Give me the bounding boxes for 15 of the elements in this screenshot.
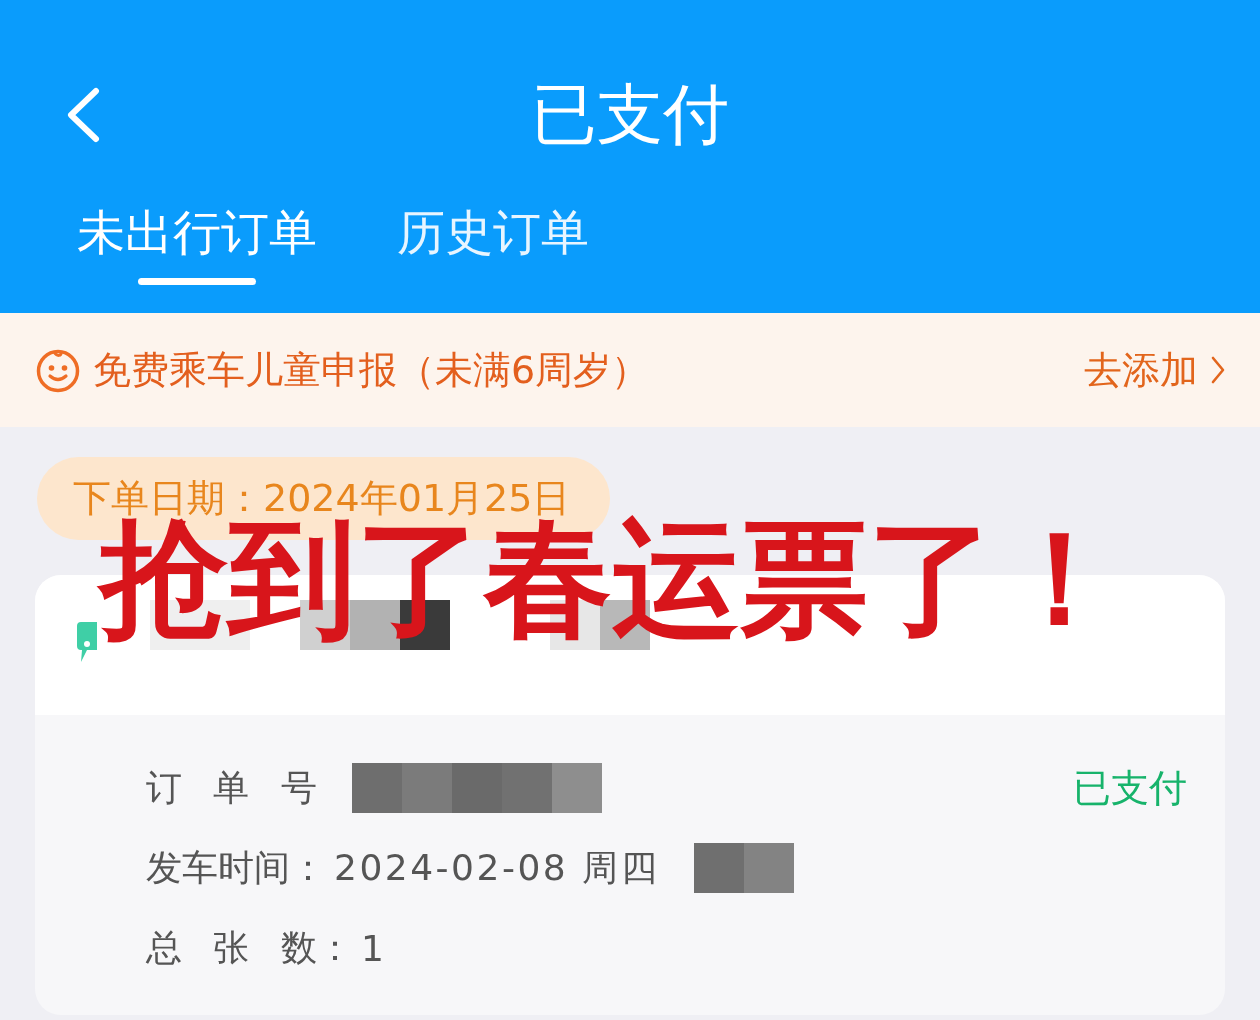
detail-value: 1 [360, 927, 387, 969]
smiley-icon [35, 347, 81, 393]
tab[interactable]: 历史订单 [397, 204, 589, 313]
tab[interactable]: 未出行订单 [77, 204, 317, 313]
back-icon [65, 87, 101, 143]
back-button[interactable] [65, 87, 101, 143]
detail-label: 发车时间： [146, 845, 326, 890]
page-title: 已支付 [531, 75, 729, 155]
detail-label: 订 单 号 [146, 765, 317, 810]
detail-value: 2024-02-08 周四 [334, 845, 660, 890]
detail-label: 总 张 数： [146, 925, 353, 970]
chevron-right-icon [1210, 355, 1226, 385]
notice-text: 免费乘车儿童申报（未满6周岁） [93, 346, 650, 394]
order-status: 已支付 [1073, 764, 1187, 812]
add-link[interactable]: 去添加 [1084, 344, 1226, 396]
